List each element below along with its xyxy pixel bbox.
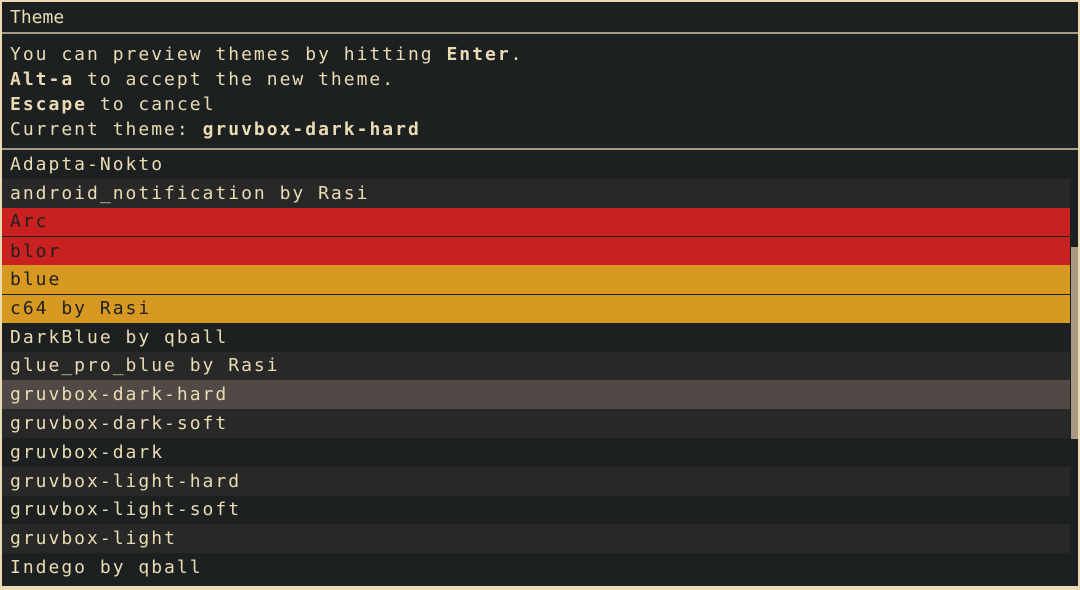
escape-key: Escape: [10, 94, 87, 115]
theme-item[interactable]: gruvbox-light-soft: [2, 496, 1070, 525]
theme-list[interactable]: Adapta-Noktoandroid_notification by Rasi…: [2, 150, 1078, 586]
help-line-preview: You can preview themes by hitting Enter.: [10, 42, 1070, 67]
theme-selector-window: Theme You can preview themes by hitting …: [2, 2, 1078, 586]
current-theme-name: gruvbox-dark-hard: [203, 119, 421, 140]
theme-item[interactable]: Arc: [2, 208, 1070, 237]
theme-item[interactable]: gruvbox-light: [2, 524, 1070, 553]
theme-item[interactable]: glue_pro_blue by Rasi: [2, 352, 1070, 381]
theme-item[interactable]: gruvbox-dark-hard: [2, 380, 1070, 409]
window-title: Theme: [2, 2, 1078, 34]
theme-item[interactable]: DarkBlue by qball: [2, 323, 1070, 352]
theme-item[interactable]: Adapta-Nokto: [2, 150, 1070, 179]
enter-key: Enter: [446, 44, 510, 65]
help-text: You can preview themes by hitting Enter.…: [2, 34, 1078, 150]
alt-a-key: Alt-a: [10, 69, 74, 90]
help-line-current: Current theme: gruvbox-dark-hard: [10, 117, 1070, 142]
theme-item[interactable]: blue: [2, 265, 1070, 294]
help-line-cancel: Escape to cancel: [10, 92, 1070, 117]
theme-item[interactable]: gruvbox-dark: [2, 438, 1070, 467]
theme-item[interactable]: gruvbox-light-hard: [2, 467, 1070, 496]
theme-item[interactable]: Indego by qball: [2, 553, 1070, 582]
help-line-accept: Alt-a to accept the new theme.: [10, 67, 1070, 92]
theme-item[interactable]: android_notification by Rasi: [2, 179, 1070, 208]
scrollbar-thumb[interactable]: [1071, 247, 1078, 439]
theme-item[interactable]: gruvbox-dark-soft: [2, 409, 1070, 438]
title-text: Theme: [10, 7, 64, 28]
theme-item[interactable]: blor: [2, 236, 1070, 265]
theme-item[interactable]: c64 by Rasi: [2, 294, 1070, 323]
